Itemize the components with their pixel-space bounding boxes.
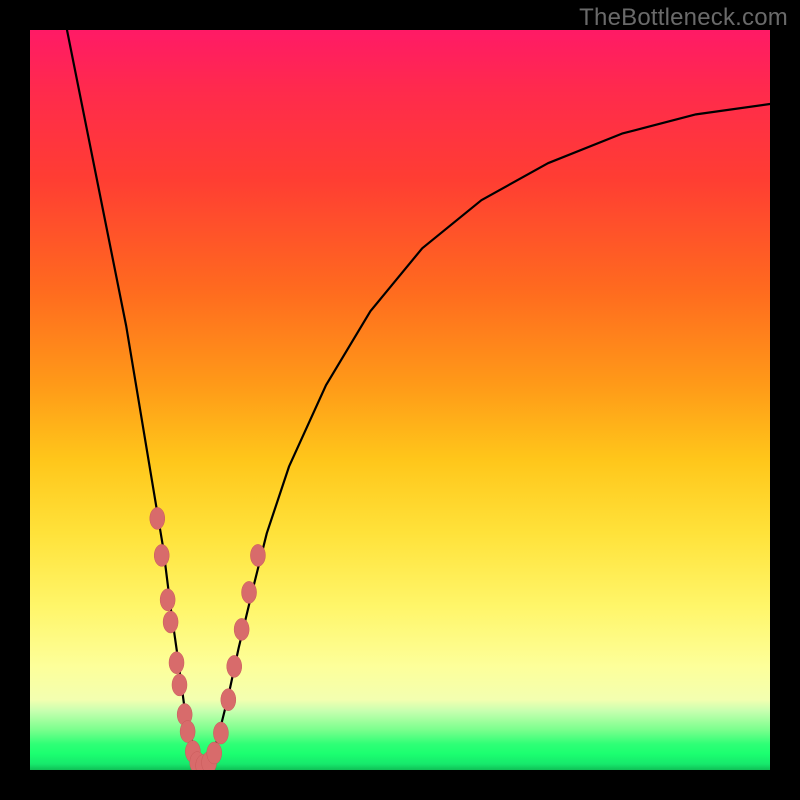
highlight-dot xyxy=(169,652,184,674)
highlight-dot xyxy=(242,581,257,603)
chart-overlay xyxy=(30,30,770,770)
highlight-dot xyxy=(213,722,228,744)
highlight-dot xyxy=(172,674,187,696)
highlight-dot xyxy=(207,742,222,764)
highlight-dot xyxy=(250,544,265,566)
highlight-dot xyxy=(234,618,249,640)
chart-frame: TheBottleneck.com xyxy=(0,0,800,800)
highlight-dot xyxy=(227,655,242,677)
highlight-dot xyxy=(154,544,169,566)
highlight-dot xyxy=(150,507,165,529)
highlight-dot xyxy=(160,589,175,611)
plot-area xyxy=(30,30,770,770)
highlight-dot xyxy=(180,721,195,743)
watermark-text: TheBottleneck.com xyxy=(579,4,788,32)
highlight-dot xyxy=(221,689,236,711)
highlight-dot xyxy=(163,611,178,633)
highlight-dots xyxy=(150,507,266,770)
